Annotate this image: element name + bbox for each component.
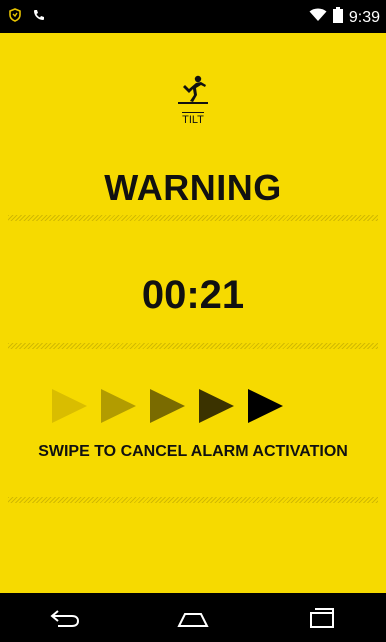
arrow-icon [52, 389, 87, 423]
back-icon[interactable] [44, 603, 84, 633]
tilt-label: TILT [182, 112, 204, 126]
tilt-indicator: TILT [0, 75, 386, 128]
status-right: 9:39 [309, 7, 380, 28]
arrow-icon [101, 389, 136, 423]
arrow-icon [199, 389, 234, 423]
swipe-arrows[interactable] [52, 386, 352, 426]
battery-icon [332, 7, 343, 28]
alarm-screen: TILT WARNING 00:21 SWIPE TO CANCEL ALARM… [0, 33, 386, 593]
home-icon[interactable] [173, 603, 213, 633]
divider [8, 215, 378, 221]
status-bar: 9:39 [0, 0, 386, 33]
swipe-cancel-label: SWIPE TO CANCEL ALARM ACTIVATION [38, 443, 348, 460]
status-time: 9:39 [348, 8, 380, 26]
divider [8, 497, 378, 503]
arrow-icon [248, 389, 283, 423]
status-left [8, 8, 46, 27]
arrow-icon [150, 389, 185, 423]
navigation-bar [0, 593, 386, 642]
tilt-icon [0, 75, 386, 110]
shield-icon [8, 8, 22, 27]
countdown-timer: 00:21 [141, 273, 245, 317]
phone-icon [32, 8, 46, 27]
warning-title: WARNING [104, 167, 282, 208]
recent-apps-icon[interactable] [302, 603, 342, 633]
wifi-icon [309, 8, 327, 27]
divider [8, 343, 378, 349]
